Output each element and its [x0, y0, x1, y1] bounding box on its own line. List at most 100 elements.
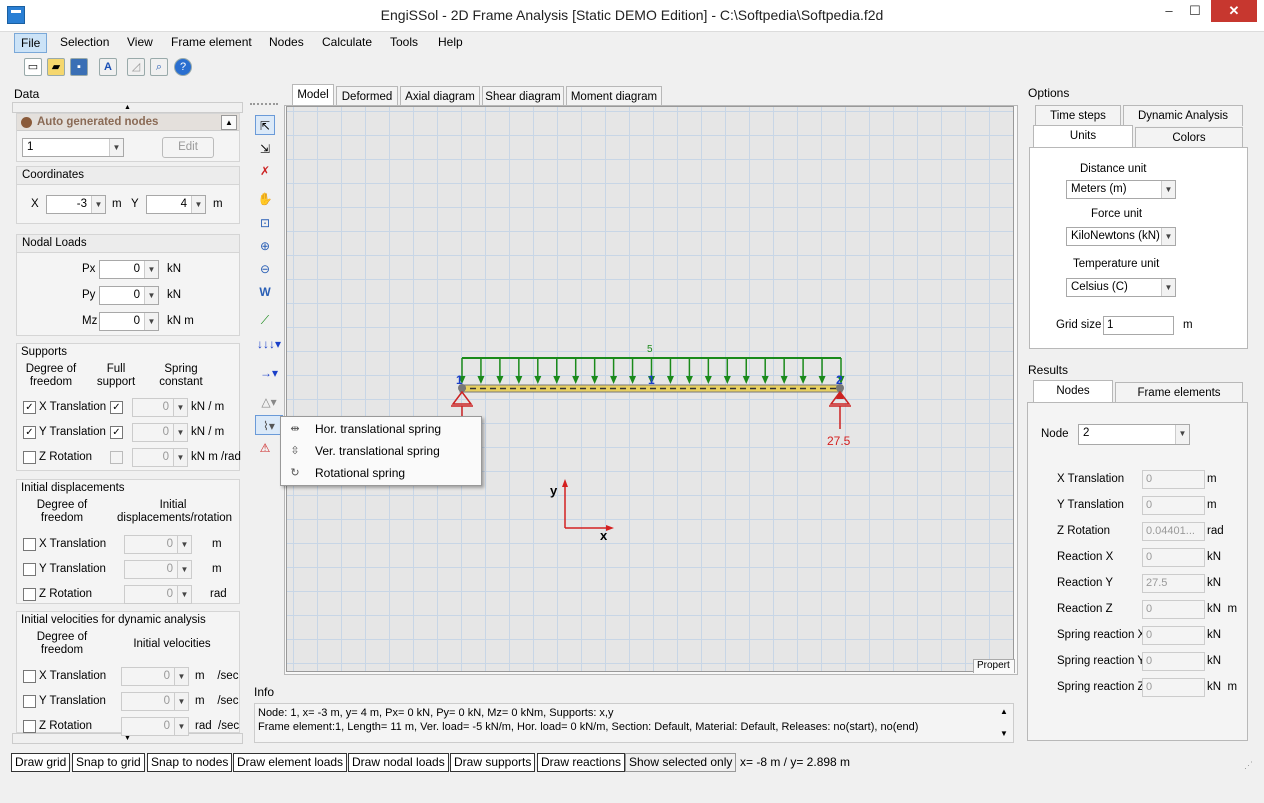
zoom-extents-icon[interactable]: ⊡ — [255, 213, 275, 233]
menu-help[interactable]: Help — [432, 33, 469, 53]
model-canvas[interactable]: 5 1 1 2 27.5 y x Propert — [286, 106, 1015, 673]
menu-frame-element[interactable]: Frame element — [165, 33, 258, 53]
result-value[interactable]: 0 — [1142, 470, 1205, 489]
x-translation-checkbox[interactable]: ✓ — [23, 401, 36, 414]
menu-calculate[interactable]: Calculate — [316, 33, 378, 53]
pan-icon[interactable]: ✋ — [255, 189, 275, 209]
x-coordinate-input[interactable]: -3 ▼ — [46, 195, 106, 214]
y-translation-checkbox[interactable]: ✓ — [23, 426, 36, 439]
tab-axial-diagram[interactable]: Axial diagram — [400, 86, 480, 107]
tab-shear-diagram[interactable]: Shear diagram — [482, 86, 564, 107]
x-full-support-checkbox[interactable]: ✓ — [110, 401, 123, 414]
result-value[interactable]: 0 — [1142, 496, 1205, 515]
tab-deformed[interactable]: Deformed — [336, 86, 398, 107]
temperature-unit-select[interactable]: Celsius (C) ▼ — [1066, 278, 1176, 297]
tab-results-frame-elements[interactable]: Frame elements — [1115, 382, 1243, 403]
distributed-load-icon[interactable]: ↓↓↓▾ — [255, 334, 283, 354]
support-icon[interactable]: △▾ — [255, 392, 283, 412]
draw-nodal-loads-toggle[interactable]: Draw nodal loads — [348, 753, 449, 772]
menu-item-rot-spring[interactable]: ↻ Rotational spring — [281, 462, 481, 484]
draw-supports-toggle[interactable]: Draw supports — [450, 753, 536, 772]
draw-grid-toggle[interactable]: Draw grid — [11, 753, 71, 772]
force-unit-select[interactable]: KiloNewtons (kN) ▼ — [1066, 227, 1176, 246]
init-x-checkbox[interactable] — [23, 538, 36, 551]
vel-z-input[interactable]: 0 ▼ — [121, 717, 189, 736]
save-icon[interactable]: ▪ — [70, 58, 88, 76]
edit-button[interactable]: Edit — [162, 137, 214, 158]
menu-selection[interactable]: Selection — [54, 33, 115, 53]
result-value[interactable]: 0 — [1142, 678, 1205, 697]
scroll-up-button[interactable]: ▲ — [12, 102, 243, 113]
init-y-checkbox[interactable] — [23, 563, 36, 576]
minimize-button[interactable]: – — [1156, 0, 1182, 22]
help-icon[interactable]: ? — [174, 58, 192, 76]
reaction-icon[interactable]: ⚠ — [255, 438, 275, 458]
result-node-select[interactable]: 2 ▼ — [1078, 424, 1190, 445]
print-preview-icon[interactable]: ⌕ — [150, 58, 168, 76]
scroll-down-arrow[interactable]: ▼ — [1000, 729, 1008, 738]
zoom-in-icon[interactable]: ⊕ — [255, 236, 275, 256]
x-spring-input[interactable]: 0 ▼ — [132, 398, 188, 417]
py-input[interactable]: 0 ▼ — [99, 286, 159, 305]
tab-time-steps[interactable]: Time steps — [1035, 105, 1121, 126]
px-input[interactable]: 0 ▼ — [99, 260, 159, 279]
z-spring-input[interactable]: 0 ▼ — [132, 448, 188, 467]
result-value[interactable]: 0 — [1142, 652, 1205, 671]
vel-z-checkbox[interactable] — [23, 720, 36, 733]
tab-results-nodes[interactable]: Nodes — [1033, 380, 1113, 403]
report-icon[interactable]: A — [99, 58, 117, 76]
y-full-support-checkbox[interactable]: ✓ — [110, 426, 123, 439]
z-rotation-checkbox[interactable] — [23, 451, 36, 464]
z-full-support-checkbox[interactable] — [110, 451, 123, 464]
init-y-input[interactable]: 0 ▼ — [124, 560, 192, 579]
menu-file[interactable]: File — [14, 33, 48, 53]
init-x-input[interactable]: 0 ▼ — [124, 535, 192, 554]
menu-nodes[interactable]: Nodes — [263, 33, 310, 53]
result-value[interactable]: 0 — [1142, 548, 1205, 567]
draw-element-loads-toggle[interactable]: Draw element loads — [233, 753, 348, 772]
grid-size-input[interactable]: 1 — [1103, 316, 1174, 335]
tab-dynamic-analysis[interactable]: Dynamic Analysis — [1123, 105, 1243, 126]
mz-input[interactable]: 0 ▼ — [99, 312, 159, 331]
node-select[interactable]: 1 ▼ — [22, 138, 124, 157]
vel-x-input[interactable]: 0 ▼ — [121, 667, 189, 686]
init-z-checkbox[interactable] — [23, 588, 36, 601]
tab-moment-diagram[interactable]: Moment diagram — [566, 86, 662, 107]
delete-icon[interactable]: ✗ — [255, 161, 275, 181]
zoom-out-icon[interactable]: ⊖ — [255, 259, 275, 279]
menu-item-hor-spring[interactable]: ⇹ Hor. translational spring — [281, 418, 481, 440]
tab-units[interactable]: Units — [1033, 125, 1133, 148]
tab-colors[interactable]: Colors — [1135, 127, 1243, 148]
draw-element-icon[interactable]: ⟋ — [255, 310, 275, 330]
vel-y-checkbox[interactable] — [23, 695, 36, 708]
snap-to-grid-toggle[interactable]: Snap to grid — [72, 753, 145, 772]
chart-icon[interactable]: ◿ — [127, 58, 145, 76]
open-icon[interactable]: ▰ — [47, 58, 65, 76]
info-text[interactable]: Node: 1, x= -3 m, y= 4 m, Px= 0 kN, Py= … — [254, 703, 1014, 743]
maximize-button[interactable]: ☐ — [1182, 0, 1208, 22]
y-spring-input[interactable]: 0 ▼ — [132, 423, 188, 442]
result-value[interactable]: 0 — [1142, 600, 1205, 619]
tab-model[interactable]: Model — [292, 84, 334, 107]
vel-x-checkbox[interactable] — [23, 670, 36, 683]
init-z-input[interactable]: 0 ▼ — [124, 585, 192, 604]
menu-item-ver-spring[interactable]: ⇳ Ver. translational spring — [281, 440, 481, 462]
select-frame-icon[interactable]: ⇲ — [255, 139, 275, 159]
spring-icon[interactable]: ⌇▾ — [255, 415, 283, 435]
show-selected-only-toggle[interactable]: Show selected only — [625, 753, 737, 772]
resize-grip[interactable]: ⋰ — [1244, 760, 1253, 771]
scroll-up-arrow[interactable]: ▲ — [1000, 707, 1008, 716]
menu-view[interactable]: View — [121, 33, 159, 53]
draw-reactions-toggle[interactable]: Draw reactions — [537, 753, 626, 772]
new-icon[interactable]: ▭ — [24, 58, 42, 76]
y-coordinate-input[interactable]: 4 ▼ — [146, 195, 206, 214]
menu-tools[interactable]: Tools — [384, 33, 424, 53]
collapse-button[interactable]: ▲ — [221, 115, 237, 130]
vel-y-input[interactable]: 0 ▼ — [121, 692, 189, 711]
properties-tab[interactable]: Propert — [973, 659, 1015, 673]
close-button[interactable]: ✕ — [1211, 0, 1257, 22]
result-value[interactable]: 27.5 — [1142, 574, 1205, 593]
snap-to-nodes-toggle[interactable]: Snap to nodes — [147, 753, 233, 772]
pointer-icon[interactable]: ⇱ — [255, 115, 275, 135]
zoom-window-icon[interactable]: W — [255, 282, 275, 302]
